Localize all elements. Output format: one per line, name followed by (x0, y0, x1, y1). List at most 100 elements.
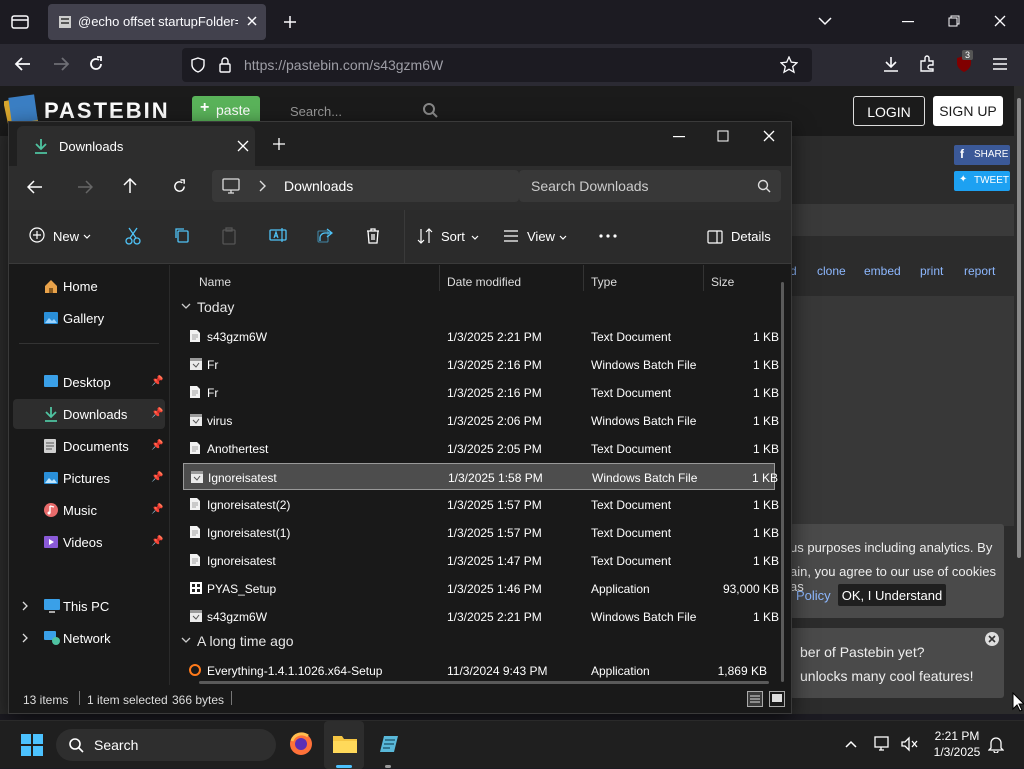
file-list-vertical-scrollbar[interactable] (781, 282, 784, 682)
page-scrollbar[interactable] (1014, 86, 1024, 714)
file-explorer-taskbar-button[interactable] (324, 721, 364, 769)
group-header-long-ago[interactable]: A long time ago (181, 633, 294, 649)
minimize-window-icon[interactable] (902, 21, 914, 23)
pane-splitter[interactable] (169, 265, 170, 685)
new-explorer-tab-icon[interactable] (273, 138, 285, 150)
sidebar-item-network[interactable]: Network (9, 623, 169, 653)
group-collapse-chevron-icon[interactable] (181, 303, 191, 311)
action-report-link[interactable]: report (964, 264, 995, 278)
explorer-tab-downloads[interactable]: Downloads (17, 126, 255, 166)
file-row[interactable]: virus 1/3/2025 2:06 PM Windows Batch File 1… (183, 407, 779, 434)
details-view-toggle-icon[interactable] (747, 691, 763, 707)
reload-icon[interactable] (88, 56, 104, 72)
column-header-size[interactable]: Size (711, 275, 734, 289)
breadcrumb-chevron-icon[interactable] (258, 180, 266, 192)
close-explorer-tab-icon[interactable] (237, 140, 249, 152)
close-promo-icon[interactable] (985, 632, 999, 646)
this-pc-monitor-icon[interactable] (222, 178, 240, 194)
close-tab-icon[interactable] (246, 15, 258, 27)
action-clone-link[interactable]: clone (817, 264, 846, 278)
large-icons-view-toggle-icon[interactable] (769, 691, 785, 707)
file-row[interactable]: Ignoreisatest(1) 1/3/2025 1:57 PM Text Doc… (183, 519, 779, 546)
bookmark-star-icon[interactable] (780, 56, 798, 74)
column-separator[interactable] (439, 265, 440, 291)
delete-trash-icon[interactable] (365, 227, 381, 245)
file-row[interactable]: Anothertest 1/3/2025 2:05 PM Text Document… (183, 435, 779, 462)
copy-icon[interactable] (174, 227, 190, 243)
tracking-shield-icon[interactable] (190, 57, 206, 73)
forward-arrow-icon[interactable] (52, 56, 70, 72)
network-tray-icon[interactable] (874, 736, 892, 752)
explorer-forward-icon[interactable] (77, 180, 93, 194)
extensions-puzzle-icon[interactable] (918, 55, 936, 73)
paste-clipboard-icon[interactable] (221, 227, 237, 245)
new-paste-button[interactable]: + paste (192, 96, 260, 124)
action-print-link[interactable]: print (920, 264, 943, 278)
tab-list-icon[interactable] (10, 12, 30, 32)
downloads-icon[interactable] (882, 55, 900, 73)
notepad-taskbar-icon[interactable] (376, 732, 400, 768)
sidebar-item-downloads[interactable]: Downloads 📌 (13, 399, 165, 429)
file-row[interactable]: PYAS_Setup 1/3/2025 1:46 PM Application 93,… (183, 575, 779, 602)
facebook-share-button[interactable]: f SHARE (954, 145, 1010, 165)
explorer-close-icon[interactable] (763, 130, 775, 142)
explorer-address-bar[interactable]: Downloads (212, 170, 519, 202)
file-row[interactable]: Fr 1/3/2025 2:16 PM Text Document 1 KB (183, 379, 779, 406)
more-options-ellipsis-icon[interactable] (599, 234, 617, 238)
column-separator[interactable] (703, 265, 704, 291)
file-row[interactable]: Everything-1.4.1.1026.x64-Setup 11/3/202… (183, 657, 775, 684)
file-list-horizontal-scrollbar[interactable] (199, 681, 769, 684)
cut-scissors-icon[interactable] (125, 227, 141, 245)
padlock-icon[interactable] (218, 57, 232, 73)
column-header-name[interactable]: Name (199, 275, 231, 289)
expand-chevron-icon[interactable] (21, 601, 29, 611)
rename-icon[interactable] (269, 227, 287, 243)
share-icon[interactable] (317, 227, 333, 243)
back-arrow-icon[interactable] (14, 56, 32, 72)
file-row[interactable]: Ignoreisatest 1/3/2025 1:47 PM Text Docume… (183, 547, 779, 574)
url-bar[interactable]: https://pastebin.com/s43gzm6W (182, 48, 812, 82)
signup-button[interactable]: SIGN UP (933, 96, 1003, 126)
taskbar-clock-time[interactable]: 2:21 PM (922, 729, 992, 743)
cookie-ok-button[interactable]: OK, I Understand (838, 584, 946, 606)
sidebar-item-music[interactable]: Music 📌 (9, 495, 169, 525)
explorer-maximize-icon[interactable] (717, 130, 729, 142)
explorer-minimize-icon[interactable] (673, 136, 685, 138)
column-header-date[interactable]: Date modified (447, 275, 521, 289)
explorer-search-icon[interactable] (757, 179, 771, 193)
view-button[interactable]: View (503, 226, 569, 250)
details-pane-button[interactable]: Details (707, 226, 777, 250)
login-button[interactable]: LOGIN (853, 96, 925, 126)
new-tab-icon[interactable] (282, 14, 298, 30)
sort-button[interactable]: Sort (417, 226, 479, 250)
ublock-extension-icon[interactable]: 3 (954, 50, 974, 74)
expand-chevron-icon[interactable] (21, 633, 29, 643)
file-row[interactable]: s43gzm6W 1/3/2025 2:21 PM Windows Batch Fi… (183, 603, 779, 630)
group-collapse-chevron-icon[interactable] (181, 637, 191, 645)
twitter-share-button[interactable]: ✦ TWEET (954, 171, 1010, 191)
explorer-search-input[interactable]: Search Downloads (519, 170, 781, 202)
volume-muted-tray-icon[interactable] (900, 736, 918, 752)
list-all-tabs-chevron-icon[interactable] (818, 16, 832, 26)
taskbar-search-box[interactable]: Search (56, 729, 276, 761)
explorer-up-icon[interactable] (123, 178, 137, 194)
show-hidden-icons-chevron-icon[interactable] (845, 740, 857, 748)
hamburger-menu-icon[interactable] (992, 57, 1008, 71)
firefox-taskbar-icon[interactable] (288, 731, 314, 757)
sidebar-item-videos[interactable]: Videos 📌 (9, 527, 169, 557)
magnifier-icon[interactable] (422, 102, 438, 118)
column-separator[interactable] (583, 265, 584, 291)
sidebar-item-documents[interactable]: Documents 📌 (9, 431, 169, 461)
file-row[interactable]: Fr 1/3/2025 2:16 PM Windows Batch File 1 KB (183, 351, 779, 378)
file-row[interactable]: Ignoreisatest(2) 1/3/2025 1:57 PM Text Doc… (183, 491, 779, 518)
file-row[interactable]: s43gzm6W 1/3/2025 2:21 PM Text Document 1 K… (183, 323, 779, 350)
group-header-today[interactable]: Today (181, 299, 234, 315)
sidebar-item-desktop[interactable]: Desktop 📌 (9, 367, 169, 397)
sidebar-item-this-pc[interactable]: This PC (9, 591, 169, 621)
sidebar-item-pictures[interactable]: Pictures 📌 (9, 463, 169, 493)
sidebar-item-home[interactable]: Home (9, 271, 169, 301)
explorer-back-icon[interactable] (27, 180, 43, 194)
new-button[interactable]: New (29, 226, 95, 250)
windows-start-icon[interactable] (20, 733, 44, 757)
cookie-policy-link[interactable]: Policy (796, 588, 831, 603)
